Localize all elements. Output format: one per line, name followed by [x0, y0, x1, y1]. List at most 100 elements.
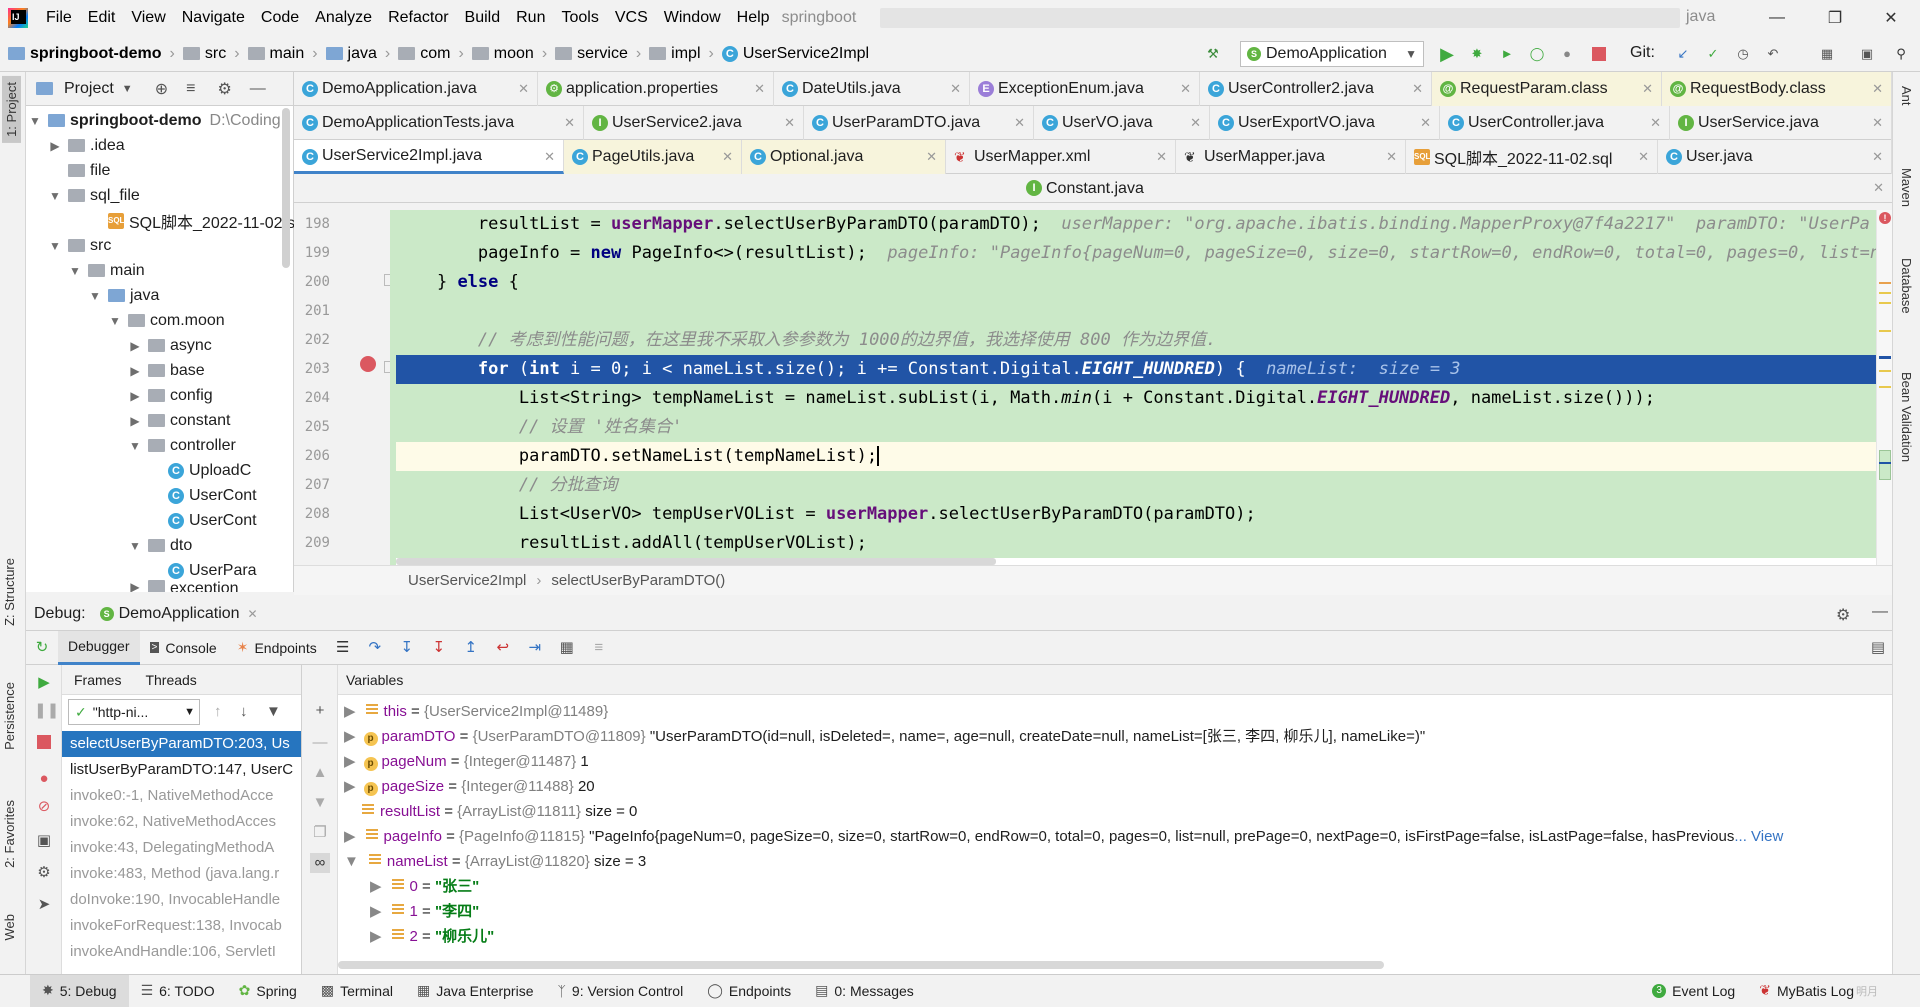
var-name-list-item[interactable]: ▶ 1 = "李四": [370, 899, 479, 924]
breadcrumb-service[interactable]: service ›: [555, 45, 641, 63]
tab-user-param-dto[interactable]: C UserParamDTO.java ✕: [804, 106, 1034, 140]
menu-window[interactable]: Window: [656, 9, 729, 27]
chevron-down-icon[interactable]: ▼: [122, 83, 133, 95]
pause-icon[interactable]: ❚❚: [34, 701, 59, 721]
close-tab-icon[interactable]: ✕: [1872, 149, 1883, 165]
close-tab-icon[interactable]: ✕: [1412, 81, 1423, 97]
tab-exception-enum[interactable]: E ExceptionEnum.java ✕: [970, 72, 1200, 106]
step-into-icon[interactable]: ↧: [397, 638, 417, 658]
git-rollback-icon[interactable]: ↶: [1764, 45, 1782, 63]
tab-date-utils[interactable]: C DateUtils.java ✕: [774, 72, 970, 106]
tool-tab-ant[interactable]: Ant: [1899, 86, 1914, 106]
run-config-select[interactable]: S DemoApplication ▼: [1240, 41, 1424, 67]
close-tab-icon[interactable]: ✕: [784, 115, 795, 131]
close-tab-icon[interactable]: ✕: [754, 81, 765, 97]
tree-item-controller[interactable]: ▼ controller: [128, 433, 236, 458]
gear-icon[interactable]: ⚙: [1836, 605, 1850, 625]
close-tab-icon[interactable]: ✕: [1650, 115, 1661, 131]
menu-code[interactable]: Code: [253, 9, 307, 27]
arrow-down-icon[interactable]: ↓: [240, 703, 248, 720]
tree-item-idea[interactable]: ▶ .idea: [48, 133, 124, 158]
hide-panel-icon[interactable]: —: [250, 80, 266, 98]
close-tab-icon[interactable]: ✕: [1156, 149, 1167, 165]
breadcrumb-main[interactable]: main ›: [247, 45, 318, 63]
tool-tab-project[interactable]: 1: Project: [2, 76, 21, 143]
tool-tab-terminal[interactable]: ▩ Terminal: [309, 975, 405, 1007]
tab-debugger[interactable]: Debugger: [58, 630, 140, 665]
breadcrumb-method[interactable]: selectUserByParamDTO(): [551, 572, 725, 589]
tab-user-mapper-xml[interactable]: ❦ UserMapper.xml ✕: [946, 140, 1176, 174]
run-icon[interactable]: ▶: [1438, 45, 1456, 63]
step-over-icon[interactable]: ↷: [365, 638, 385, 658]
debug-icon[interactable]: ✸: [1468, 45, 1486, 63]
mybatis-log[interactable]: ❦ MyBatis Log 明月: [1747, 975, 1890, 1007]
tree-item-exception[interactable]: ▶ exception: [128, 580, 239, 592]
drop-frame-icon[interactable]: ↩: [493, 638, 513, 658]
gear-icon[interactable]: ⚙: [34, 863, 54, 883]
git-update-icon[interactable]: ↙: [1674, 45, 1692, 63]
event-log[interactable]: 3 Event Log: [1640, 975, 1747, 1007]
search-everywhere-icon[interactable]: ⚲: [1892, 45, 1910, 63]
close-tab-icon[interactable]: ✕: [544, 149, 555, 165]
breadcrumb-moon[interactable]: moon ›: [471, 45, 547, 63]
build-hammer-icon[interactable]: ⚒: [1204, 45, 1222, 63]
var-name-list-item[interactable]: ▶ 2 = "柳乐儿": [370, 924, 494, 949]
tree-item-upload-controller[interactable]: C UploadC: [168, 458, 251, 483]
breadcrumb-class[interactable]: C UserService2Impl: [721, 45, 869, 63]
tab-endpoints[interactable]: ✶ Endpoints: [227, 631, 327, 665]
tool-tab-persistence[interactable]: Persistence: [2, 682, 17, 750]
run-to-cursor-icon[interactable]: ⇥: [525, 638, 545, 658]
force-step-into-icon[interactable]: ↧: [429, 638, 449, 658]
frame-item[interactable]: invoke:43, DelegatingMethodA: [62, 835, 301, 861]
layout-icon[interactable]: ▣: [1858, 45, 1876, 63]
var-page-num[interactable]: ▶ p pageNum = {Integer@11487} 1: [344, 749, 589, 774]
minimize-icon[interactable]: —: [1748, 0, 1806, 36]
breadcrumb-impl[interactable]: impl ›: [649, 45, 714, 63]
close-tab-icon[interactable]: ✕: [518, 81, 529, 97]
var-result-list[interactable]: resultList = {ArrayList@11811} size = 0: [362, 799, 637, 824]
var-param-dto[interactable]: ▶ p paramDTO = {UserParamDTO@11809} "UserP…: [344, 724, 1425, 749]
close-tab-icon[interactable]: ✕: [1014, 115, 1025, 131]
frame-item[interactable]: invoke0:-1, NativeMethodAcce: [62, 783, 301, 809]
tree-item-file[interactable]: file: [68, 158, 110, 183]
tab-user-export-vo[interactable]: C UserExportVO.java ✕: [1210, 106, 1440, 140]
editor-horizontal-scrollbar[interactable]: [396, 558, 996, 565]
tab-threads[interactable]: Threads: [145, 672, 196, 688]
stop-icon[interactable]: [1592, 47, 1606, 61]
tool-tab-database[interactable]: Database: [1899, 258, 1914, 314]
variables-horizontal-scrollbar[interactable]: [338, 961, 1384, 969]
tool-tab-java-enterprise[interactable]: ▦ Java Enterprise: [405, 975, 546, 1007]
frame-item[interactable]: doInvoke:190, InvocableHandle: [62, 887, 301, 913]
menu-build[interactable]: Build: [457, 9, 509, 27]
arrow-up-icon[interactable]: ↑: [214, 703, 222, 720]
close-tab-icon[interactable]: ✕: [1872, 115, 1883, 131]
tool-tab-favorites[interactable]: 2: Favorites: [2, 800, 17, 868]
tab-user-vo[interactable]: C UserVO.java ✕: [1034, 106, 1210, 140]
code-editor[interactable]: 198 199 200 201 202 203 204 205 206 207 …: [294, 210, 1892, 565]
filter-icon[interactable]: ▼: [266, 703, 281, 720]
tab-demo-application[interactable]: C DemoApplication.java ✕: [294, 72, 538, 106]
evaluate-expression-icon[interactable]: ▦: [557, 638, 577, 658]
tab-user-service2-impl[interactable]: C UserService2Impl.java ✕: [294, 140, 564, 174]
tree-item-dto[interactable]: ▼ dto: [128, 533, 192, 558]
var-name-list-item[interactable]: ▶ 0 = "张三": [370, 874, 479, 899]
tool-tab-todo[interactable]: ☰ 6: TODO: [129, 975, 227, 1007]
close-tab-icon[interactable]: ✕: [1642, 81, 1653, 97]
tab-application-properties[interactable]: ⚙ application.properties ✕: [538, 72, 774, 106]
close-session-icon[interactable]: ✕: [248, 607, 258, 621]
tool-tab-endpoints[interactable]: ◯ Endpoints: [695, 975, 803, 1007]
menu-help[interactable]: Help: [729, 9, 778, 27]
frame-item[interactable]: listUserByParamDTO:147, UserC: [62, 757, 301, 783]
var-name-list[interactable]: ▼ nameList = {ArrayList@11820} size = 3: [344, 849, 646, 874]
close-tab-icon[interactable]: ✕: [1873, 180, 1884, 196]
frame-item[interactable]: invokeForRequest:138, Invocab: [62, 913, 301, 939]
tree-item-base[interactable]: ▶ base: [128, 358, 204, 383]
run-coverage-icon[interactable]: ►: [1498, 45, 1516, 63]
tool-tab-structure[interactable]: Z: Structure: [2, 558, 17, 626]
tree-item-com-moon[interactable]: ▼ com.moon: [108, 308, 225, 333]
menu-navigate[interactable]: Navigate: [174, 9, 253, 27]
tab-user-service2[interactable]: I UserService2.java ✕: [584, 106, 804, 140]
close-tab-icon[interactable]: ✕: [1638, 149, 1649, 165]
rerun-icon[interactable]: ↻: [32, 638, 52, 658]
project-scrollbar[interactable]: [282, 108, 290, 268]
